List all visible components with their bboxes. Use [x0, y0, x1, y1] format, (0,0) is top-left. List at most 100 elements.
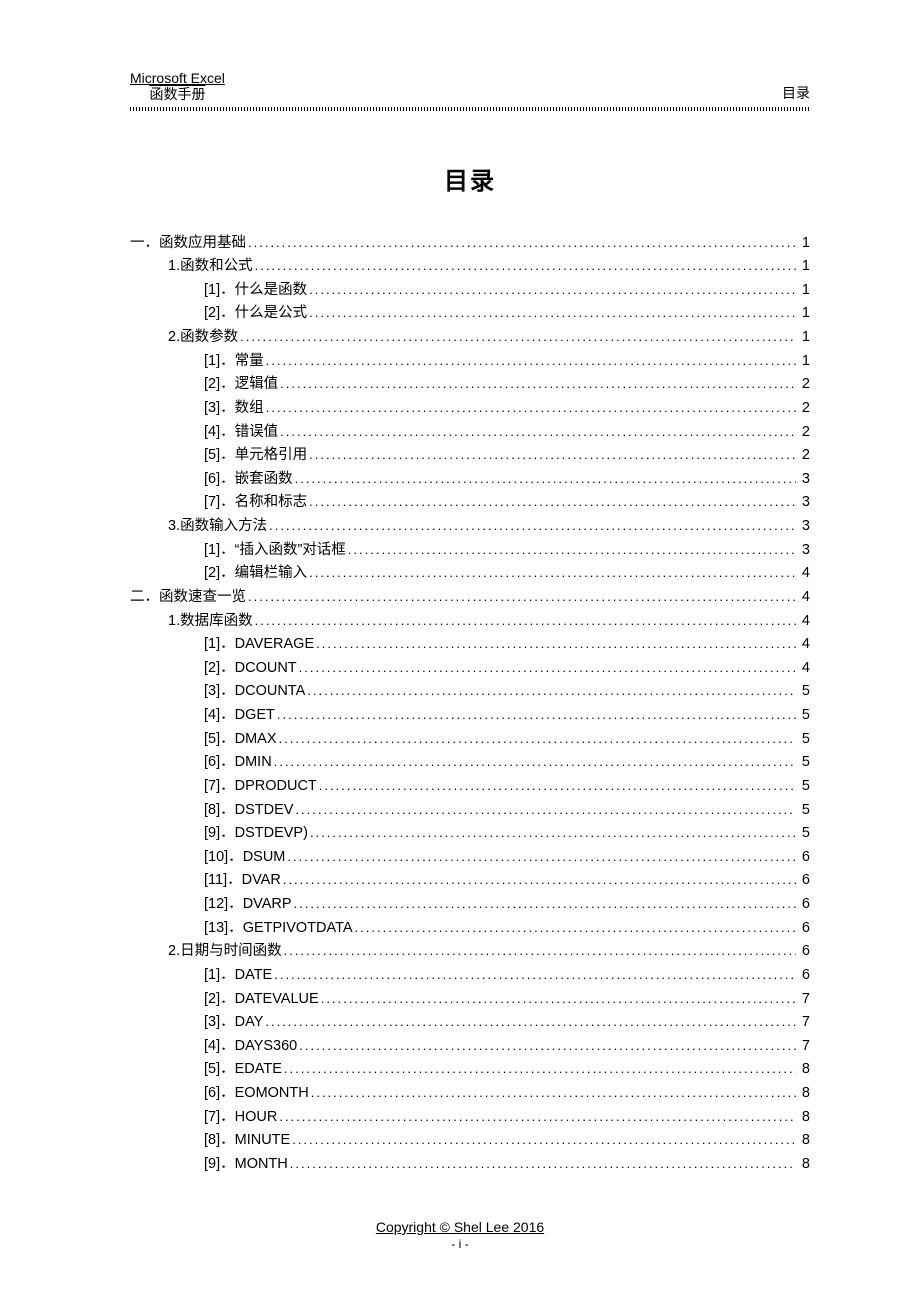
- toc-leader: [309, 279, 796, 303]
- toc-entry[interactable]: [3]．数组2: [130, 397, 810, 421]
- toc-entry[interactable]: [5]．DMAX5: [130, 728, 810, 752]
- toc-entry-label: [1]．DAVERAGE: [204, 633, 314, 657]
- toc-entry[interactable]: [8]．MINUTE8: [130, 1129, 810, 1153]
- toc-leader: [266, 397, 796, 421]
- toc-entry-label: [6]．EOMONTH: [204, 1082, 309, 1106]
- toc-entry-prefix: [13]．: [204, 917, 243, 941]
- copyright: Copyright © Shel Lee 2016: [0, 1219, 920, 1235]
- toc-entry[interactable]: [2]．什么是公式 1: [130, 302, 810, 326]
- toc-entry-page: 5: [798, 751, 810, 775]
- toc-entry[interactable]: [9]．DSTDEVP)5: [130, 822, 810, 846]
- toc-entry[interactable]: [9]．MONTH8: [130, 1153, 810, 1177]
- toc-entry[interactable]: [3]．DAY7: [130, 1011, 810, 1035]
- toc-entry-page: 6: [798, 846, 810, 870]
- toc-entry-page: 1: [798, 302, 810, 326]
- header-title-line2: 函数手册: [130, 86, 225, 103]
- toc-entry[interactable]: 二．函数速查一览4: [130, 586, 810, 610]
- toc-entry[interactable]: [5]．EDATE 8: [130, 1058, 810, 1082]
- toc-entry[interactable]: [2]．DCOUNT4: [130, 657, 810, 681]
- toc-leader: [355, 917, 796, 941]
- toc-entry-page: 6: [798, 940, 810, 964]
- toc-entry-prefix: [11]．: [204, 869, 242, 893]
- toc-leader: [255, 255, 796, 279]
- toc-entry-label: [3]．DAY: [204, 1011, 263, 1035]
- toc-leader: [321, 988, 796, 1012]
- toc-entry[interactable]: [13]．GETPIVOTDATA 6: [130, 917, 810, 941]
- toc-entry[interactable]: [8]．DSTDEV5: [130, 799, 810, 823]
- toc-entry[interactable]: [6]．EOMONTH8: [130, 1082, 810, 1106]
- toc-entry[interactable]: [10]．DSUM6: [130, 846, 810, 870]
- header-right: 目录: [782, 83, 810, 103]
- toc-entry[interactable]: [12]．DVARP6: [130, 893, 810, 917]
- toc-entry[interactable]: [1]．什么是函数1: [130, 279, 810, 303]
- toc-entry[interactable]: [4]．DAYS360 7: [130, 1035, 810, 1059]
- toc-entry-page: 8: [798, 1058, 810, 1082]
- toc-leader: [294, 893, 796, 917]
- toc-entry-label: GETPIVOTDATA: [243, 917, 353, 941]
- toc-entry[interactable]: [11]．DVAR6: [130, 869, 810, 893]
- toc-entry[interactable]: [5]．单元格引用2: [130, 444, 810, 468]
- toc-entry-label: [7]．DPRODUCT: [204, 775, 317, 799]
- toc-leader: [255, 610, 796, 634]
- toc-entry-label: 一．函数应用基础: [130, 232, 246, 256]
- toc-leader: [274, 964, 796, 988]
- toc-entry-label: [2]．什么是公式: [204, 302, 307, 326]
- toc-entry-page: 5: [798, 775, 810, 799]
- toc-entry-page: 5: [798, 822, 810, 846]
- toc-entry[interactable]: [1]．DATE6: [130, 964, 810, 988]
- toc-entry[interactable]: [4]．错误值2: [130, 421, 810, 445]
- toc-entry[interactable]: [7]．DPRODUCT 5: [130, 775, 810, 799]
- toc-entry-label: [3]．DCOUNTA: [204, 680, 305, 704]
- toc-leader: [309, 302, 796, 326]
- toc-entry-page: 6: [798, 917, 810, 941]
- toc-entry[interactable]: [3]．DCOUNTA5: [130, 680, 810, 704]
- toc-entry-label: [5]．EDATE: [204, 1058, 282, 1082]
- toc-entry[interactable]: [4]．DGET 5: [130, 704, 810, 728]
- toc-entry-label: [4]．错误值: [204, 421, 278, 445]
- toc-entry[interactable]: [1]．DAVERAGE4: [130, 633, 810, 657]
- toc-entry-page: 5: [798, 704, 810, 728]
- toc-leader: [299, 1035, 796, 1059]
- toc-leader: [295, 468, 796, 492]
- toc-entry-page: 4: [798, 562, 810, 586]
- toc-entry[interactable]: [2]．DATEVALUE7: [130, 988, 810, 1012]
- toc-leader: [274, 751, 796, 775]
- toc-entry[interactable]: 2.函数参数1: [130, 326, 810, 350]
- toc-leader: [316, 633, 796, 657]
- toc-entry[interactable]: 一．函数应用基础1: [130, 232, 810, 256]
- toc-leader: [279, 728, 796, 752]
- toc-entry[interactable]: [2]．编辑栏输入4: [130, 562, 810, 586]
- toc-entry[interactable]: [7]．HOUR8: [130, 1106, 810, 1130]
- toc-entry-label: [8]．MINUTE: [204, 1129, 290, 1153]
- toc-entry-label: [2]．DATEVALUE: [204, 988, 319, 1012]
- toc-entry-label: [4]．DGET: [204, 704, 275, 728]
- toc-leader: [309, 444, 796, 468]
- toc-entry-label: 2.函数参数: [168, 326, 238, 350]
- toc-entry-prefix: [10]．: [204, 846, 243, 870]
- toc-entry[interactable]: 2.日期与时间函数 6: [130, 940, 810, 964]
- toc-entry-label: 1.函数和公式: [168, 255, 253, 279]
- toc-entry-label: [2]．DCOUNT: [204, 657, 297, 681]
- toc-entry[interactable]: 3.函数输入方法3: [130, 515, 810, 539]
- toc-entry-page: 4: [798, 610, 810, 634]
- toc-leader: [309, 491, 796, 515]
- toc-entry-page: 7: [798, 1035, 810, 1059]
- toc-entry[interactable]: [1]．“插入函数”对话框3: [130, 539, 810, 563]
- toc-entry[interactable]: 1.数据库函数 4: [130, 610, 810, 634]
- toc-entry[interactable]: [7]．名称和标志3: [130, 491, 810, 515]
- toc-entry-label: [9]．MONTH: [204, 1153, 288, 1177]
- toc-entry-page: 8: [798, 1106, 810, 1130]
- toc-entry[interactable]: [6]．嵌套函数3: [130, 468, 810, 492]
- toc-entry-label: 2.日期与时间函数: [168, 940, 282, 964]
- toc-entry-prefix: [12]．: [204, 893, 243, 917]
- toc-entry-label: 1.数据库函数: [168, 610, 253, 634]
- toc-entry[interactable]: [6]．DMIN5: [130, 751, 810, 775]
- toc-entry-page: 1: [798, 255, 810, 279]
- toc-leader: [310, 822, 796, 846]
- toc-entry-label: [5]．DMAX: [204, 728, 277, 752]
- toc-entry[interactable]: [1]．常量1: [130, 350, 810, 374]
- toc-entry-label: [4]．DAYS360: [204, 1035, 297, 1059]
- toc-entry[interactable]: 1.函数和公式 1: [130, 255, 810, 279]
- toc-entry[interactable]: [2]．逻辑值2: [130, 373, 810, 397]
- table-of-contents: 一．函数应用基础11.函数和公式1[1]．什么是函数1[2]．什么是公式12.函…: [130, 232, 810, 1177]
